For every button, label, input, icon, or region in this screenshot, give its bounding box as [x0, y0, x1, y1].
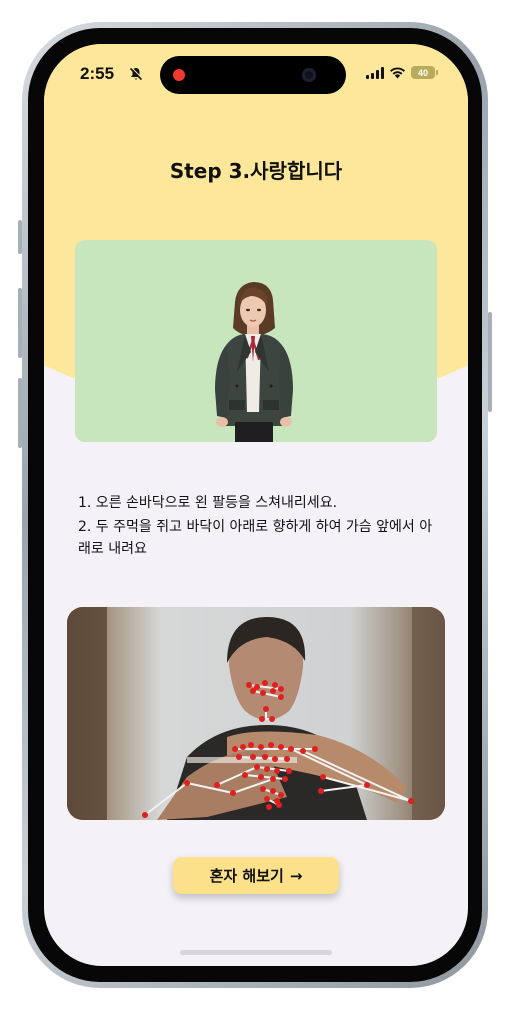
cellular-signal-icon: [366, 66, 384, 79]
landmark-point: [242, 772, 248, 778]
landmark-point: [276, 802, 282, 808]
arrow-right-icon: →: [289, 866, 303, 885]
landmark-point: [260, 690, 266, 696]
landmark-point: [282, 776, 288, 782]
landmark-point: [278, 694, 284, 700]
landmark-point: [286, 768, 292, 774]
app-screen: 2:55 40 Step 3.사랑합니다 1. 오른 손바닥으로 왼 팔등을 스…: [44, 44, 468, 966]
landmark-point: [264, 766, 270, 772]
instruction-step-1: 1. 오른 손바닥으로 왼 팔등을 스쳐내리세요.: [78, 495, 338, 511]
wifi-icon: [390, 67, 405, 79]
landmark-point: [236, 754, 242, 760]
try-alone-button[interactable]: 혼자 해보기 →: [173, 857, 339, 894]
landmark-point: [270, 688, 276, 694]
battery-nub: [436, 70, 438, 75]
landmark-point: [142, 812, 148, 818]
landmark-point: [364, 782, 370, 788]
landmark-point: [320, 774, 326, 780]
home-indicator[interactable]: [180, 950, 332, 955]
volume-down-button: [18, 378, 22, 448]
avatar-figure: [215, 282, 293, 442]
landmark-point: [262, 754, 268, 760]
landmark-point: [214, 782, 220, 788]
landmark-point: [288, 746, 294, 752]
page-title: Step 3.사랑합니다: [169, 159, 343, 183]
landmark-point: [268, 742, 274, 748]
landmark-point: [278, 792, 284, 798]
battery-icon: 40: [411, 66, 435, 79]
landmark-point: [270, 788, 276, 794]
try-alone-label: 혼자 해보기: [209, 867, 284, 885]
power-button: [488, 312, 492, 412]
hand-tracking-overlay: [67, 607, 445, 820]
landmark-point: [284, 756, 290, 762]
instructions: 1. 오른 손바닥으로 왼 팔등을 스쳐내리세요. 2. 두 주먹을 쥐고 바닥…: [78, 492, 438, 562]
landmark-point: [266, 804, 272, 810]
landmark-point: [250, 688, 256, 694]
landmark-point: [408, 798, 414, 804]
front-camera-icon: [302, 68, 316, 82]
landmark-point: [232, 746, 238, 752]
landmark-point: [269, 716, 275, 722]
landmark-point: [263, 706, 269, 712]
landmark-point: [300, 748, 306, 754]
landmark-point: [312, 746, 318, 752]
camera-feed: [67, 607, 445, 820]
landmark-point: [254, 764, 260, 770]
landmark-point: [272, 682, 278, 688]
landmark-point: [250, 754, 256, 760]
action-button: [18, 220, 22, 254]
landmark-point: [262, 680, 268, 686]
landmark-point: [184, 780, 190, 786]
landmark-point: [248, 742, 254, 748]
avatar-video[interactable]: [75, 240, 437, 442]
landmark-point: [258, 774, 264, 780]
landmark-point: [272, 756, 278, 762]
landmark-point: [259, 716, 265, 722]
dynamic-island: [160, 56, 346, 94]
landmark-point: [318, 788, 324, 794]
landmark-point: [230, 790, 236, 796]
status-time: 2:55: [80, 64, 115, 83]
instruction-step-2: 2. 두 주먹을 쥐고 바닥이 아래로 향하게 하여 가슴 앞에서 아래로 내려…: [78, 519, 433, 557]
landmark-point: [246, 682, 252, 688]
battery-level: 40: [417, 67, 428, 78]
status-icons: 40: [366, 66, 438, 79]
landmark-point: [274, 768, 280, 774]
landmark-point: [270, 776, 276, 782]
landmark-point: [278, 686, 284, 692]
landmark-point: [260, 786, 266, 792]
landmark-point: [240, 744, 246, 750]
landmark-point: [264, 796, 270, 802]
volume-up-button: [18, 288, 22, 358]
bell-slash-icon: [129, 67, 143, 81]
recording-indicator-icon: [173, 69, 185, 81]
landmark-point: [258, 744, 264, 750]
landmark-point: [278, 744, 284, 750]
